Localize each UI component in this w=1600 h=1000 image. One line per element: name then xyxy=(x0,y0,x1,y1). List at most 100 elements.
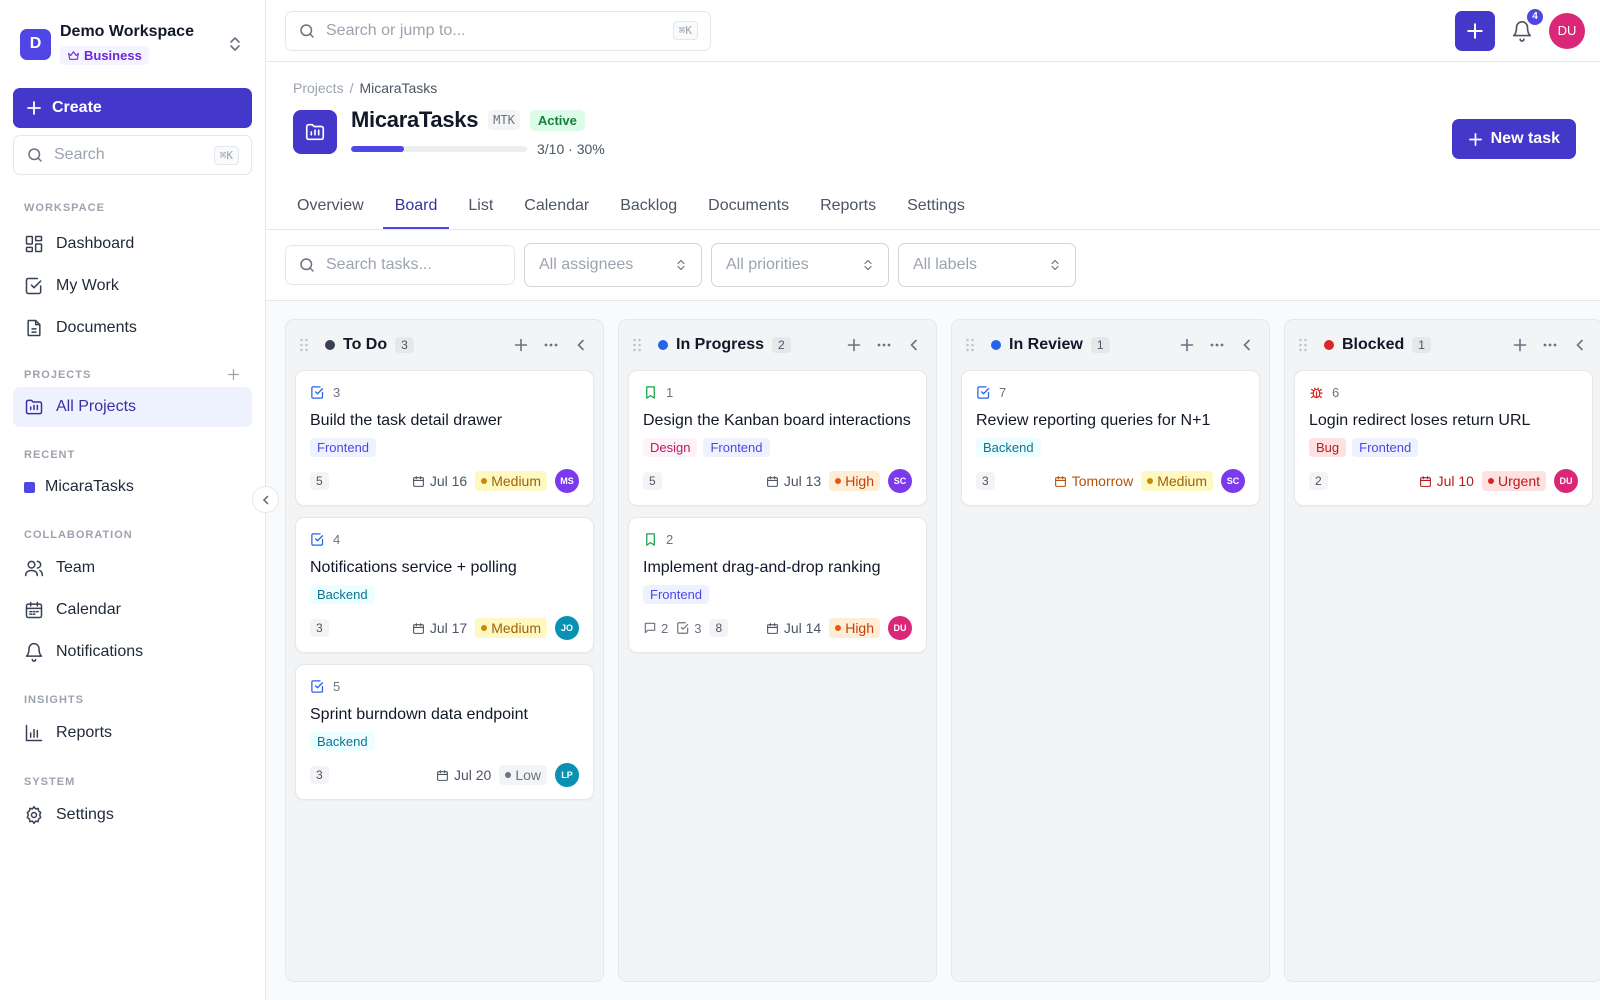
board-column-in-review: In Review 1 7 Review reporting queries for … xyxy=(951,319,1270,982)
add-task-icon[interactable] xyxy=(1179,337,1195,353)
project-board-icon xyxy=(305,123,325,141)
search-icon xyxy=(28,148,42,162)
assignee-avatar[interactable]: SC xyxy=(888,469,912,493)
sidebar-item-label: Notifications xyxy=(56,643,144,660)
task-card[interactable]: 5 Sprint burndown data endpoint Backend 3 Ju… xyxy=(295,664,594,800)
assignee-avatar[interactable]: DU xyxy=(1554,469,1578,493)
drag-handle-icon[interactable] xyxy=(965,338,975,352)
drag-handle-icon[interactable] xyxy=(1298,338,1308,352)
due-date: Tomorrow xyxy=(1054,473,1133,489)
task-card[interactable]: 3 Build the task detail drawer Frontend 5 Ju… xyxy=(295,370,594,506)
tab-reports[interactable]: Reports xyxy=(808,197,888,229)
tab-settings[interactable]: Settings xyxy=(895,197,977,229)
due-date: Jul 13 xyxy=(766,473,821,489)
create-label: Create xyxy=(52,99,102,116)
sidebar-item-recent-micaratasks[interactable]: MicaraTasks xyxy=(13,467,252,507)
drag-handle-icon[interactable] xyxy=(299,338,309,352)
priority-filter-select[interactable]: All priorities xyxy=(711,243,889,287)
task-card[interactable]: 4 Notifications service + polling Backend 3… xyxy=(295,517,594,653)
add-task-icon[interactable] xyxy=(846,337,862,353)
due-date-value: Jul 14 xyxy=(783,620,822,636)
assignee-avatar[interactable]: LP xyxy=(555,763,579,787)
more-icon[interactable] xyxy=(543,337,559,353)
sidebar-search-input[interactable]: Search ⌘K xyxy=(13,135,252,175)
bar-chart-icon xyxy=(25,724,43,742)
sidebar-item-notifications[interactable]: Notifications xyxy=(13,632,252,672)
priority-badge: High xyxy=(829,471,880,491)
sidebar-item-dashboard[interactable]: Dashboard xyxy=(13,224,252,264)
task-labels: Backend xyxy=(976,438,1245,457)
task-meta: Jul 17 Medium JO xyxy=(412,616,579,640)
sidebar-item-all-projects[interactable]: All Projects xyxy=(13,387,252,427)
assignee-avatar[interactable]: SC xyxy=(1221,469,1245,493)
sidebar-item-settings[interactable]: Settings xyxy=(13,795,252,835)
sidebar-item-reports[interactable]: Reports xyxy=(13,713,252,753)
column-status-dot xyxy=(658,340,668,350)
tab-overview[interactable]: Overview xyxy=(285,197,376,229)
task-label: Frontend xyxy=(643,585,710,604)
collapse-column-icon[interactable] xyxy=(1572,337,1588,353)
due-date-value: Tomorrow xyxy=(1071,473,1134,489)
tab-documents[interactable]: Documents xyxy=(696,197,801,229)
task-card[interactable]: 2 Implement drag-and-drop ranking Frontend… xyxy=(628,517,927,653)
assignee-avatar[interactable]: JO xyxy=(555,616,579,640)
task-meta: Tomorrow Medium SC xyxy=(1054,469,1245,493)
task-id: 6 xyxy=(1332,385,1340,400)
drag-handle-icon[interactable] xyxy=(632,338,642,352)
global-search-input[interactable]: Search or jump to... ⌘K xyxy=(285,10,711,51)
story-points-badge: 5 xyxy=(310,472,329,490)
sidebar-item-my-work[interactable]: My Work xyxy=(13,266,252,306)
tab-backlog[interactable]: Backlog xyxy=(608,197,689,229)
assignee-avatar[interactable]: DU xyxy=(888,616,912,640)
board-column-in-progress: In Progress 2 1 Design the Kanban board int… xyxy=(618,319,937,982)
new-task-button[interactable]: New task xyxy=(1451,119,1576,159)
priority-badge: High xyxy=(829,618,880,638)
tab-board[interactable]: Board xyxy=(382,197,450,229)
tab-list[interactable]: List xyxy=(456,197,505,229)
breadcrumb-projects[interactable]: Projects xyxy=(293,80,344,96)
project-tabs: Overview Board List Calendar Backlog Document… xyxy=(285,197,984,229)
collapse-column-icon[interactable] xyxy=(1239,337,1255,353)
assignee-avatar[interactable]: MS xyxy=(555,469,579,493)
more-icon[interactable] xyxy=(876,337,892,353)
sidebar-item-team[interactable]: Team xyxy=(13,548,252,588)
chevron-updown-icon xyxy=(864,259,872,271)
collapse-column-icon[interactable] xyxy=(573,337,589,353)
sidebar-item-calendar[interactable]: Calendar xyxy=(13,590,252,630)
collapse-column-icon[interactable] xyxy=(906,337,922,353)
create-button[interactable]: Create xyxy=(13,88,252,128)
task-card[interactable]: 7 Review reporting queries for N+1 Backend… xyxy=(961,370,1260,506)
task-id: 1 xyxy=(666,385,674,400)
story-points-badge: 8 xyxy=(709,619,729,637)
due-date-value: Jul 10 xyxy=(1436,473,1474,489)
tab-calendar[interactable]: Calendar xyxy=(512,197,601,229)
board-column-blocked: Blocked 1 6 Login redirect loses return URL… xyxy=(1284,319,1600,982)
due-date: Jul 16 xyxy=(412,473,467,489)
more-icon[interactable] xyxy=(1542,337,1558,353)
task-card[interactable]: 6 Login redirect loses return URL Bug Front… xyxy=(1294,370,1593,506)
due-date: Jul 10 xyxy=(1419,473,1474,489)
priority-value: Medium xyxy=(1157,473,1207,489)
workspace-switcher[interactable]: D Demo Workspace Business xyxy=(13,0,252,88)
notifications-button[interactable]: 4 xyxy=(1509,8,1543,44)
user-avatar[interactable]: DU xyxy=(1549,12,1585,49)
more-icon[interactable] xyxy=(1209,337,1225,353)
chevron-updown-icon[interactable] xyxy=(227,34,243,54)
add-task-icon[interactable] xyxy=(1512,337,1528,353)
task-meta: Jul 13 High SC xyxy=(766,469,912,493)
sidebar-item-documents[interactable]: Documents xyxy=(13,308,252,348)
task-search-input[interactable]: Search tasks... xyxy=(285,245,515,285)
quick-add-button[interactable] xyxy=(1455,10,1495,51)
add-project-icon[interactable] xyxy=(227,368,240,381)
task-card[interactable]: 1 Design the Kanban board interactions Des… xyxy=(628,370,927,506)
task-label: Frontend xyxy=(1352,438,1419,457)
calendar-icon xyxy=(766,622,778,634)
column-actions xyxy=(513,337,594,353)
add-task-icon[interactable] xyxy=(513,337,529,353)
label-filter-select[interactable]: All labels xyxy=(898,243,1076,287)
assignee-filter-select[interactable]: All assignees xyxy=(524,243,702,287)
shortcut-badge: ⌘K xyxy=(213,145,239,165)
priority-badge: Low xyxy=(499,765,547,785)
collapse-sidebar-button[interactable] xyxy=(252,486,279,513)
comment-icon xyxy=(644,622,656,634)
